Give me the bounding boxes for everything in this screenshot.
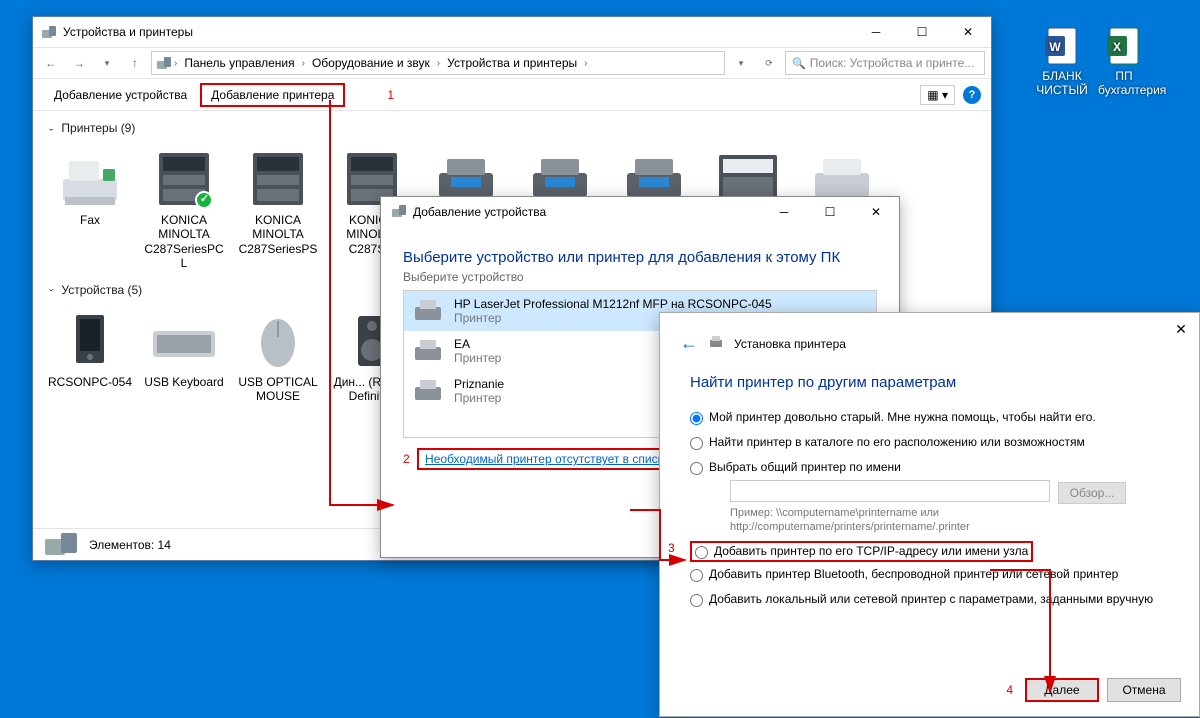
dialog-heading: Выберите устройство или принтер для доба… — [403, 249, 877, 266]
annotation-2: 2 — [403, 452, 410, 466]
titlebar[interactable]: Добавление устройства ─ ☐ ✕ — [381, 197, 899, 227]
up-button[interactable]: ↑ — [123, 51, 147, 75]
search-icon: 🔍 — [792, 57, 806, 70]
printer-icon — [412, 337, 444, 365]
devices-icon — [41, 24, 57, 40]
keyboard-icon — [141, 309, 227, 373]
next-button[interactable]: Далее — [1025, 678, 1099, 702]
radio-bluetooth[interactable]: Добавить принтер Bluetooth, беспроводной… — [690, 562, 1169, 587]
dialog-subheading: Выберите устройство — [403, 270, 877, 284]
printer-icon — [412, 297, 444, 325]
desktop-icon-label: ПП бухгалтерия — [1098, 69, 1150, 97]
radio-tcpip[interactable]: Добавить принтер по его TCP/IP-адресу ил… — [695, 544, 1028, 559]
crumb-devices[interactable]: Устройства и принтеры — [442, 54, 582, 72]
device-label: KONICA MINOLTA C287SeriesPS — [235, 213, 321, 256]
chevron-down-icon: ⌄ — [47, 124, 55, 132]
close-button[interactable]: ✕ — [945, 17, 991, 47]
printer-item[interactable]: KONICA MINOLTA C287SeriesPS — [231, 143, 325, 275]
printers-group-header[interactable]: ⌄Принтеры (9) — [33, 117, 991, 139]
mfp-icon — [141, 147, 227, 211]
device-label: RCSONPC-054 — [47, 375, 133, 389]
printer-icon — [412, 377, 444, 405]
devices-summary-icon — [43, 531, 79, 559]
wizard-icon — [391, 203, 407, 222]
annotation-3: 3 — [668, 541, 675, 555]
dialog-title: Добавление устройства — [413, 205, 761, 219]
dialog-title: Установка принтера — [734, 337, 846, 351]
device-item[interactable]: USB OPTICAL MOUSE — [231, 305, 325, 408]
item-type: Принтер — [454, 351, 501, 365]
mfp-icon — [235, 147, 321, 211]
crumb-control-panel[interactable]: Панель управления — [179, 54, 299, 72]
item-name: HP LaserJet Professional M1212nf MFP на … — [454, 297, 772, 311]
radio-shared[interactable]: Выбрать общий принтер по имени — [690, 455, 1169, 480]
titlebar[interactable]: Устройства и принтеры ─ ☐ ✕ — [33, 17, 991, 47]
history-button[interactable]: ▾ — [95, 51, 119, 75]
devices-icon — [156, 55, 172, 71]
maximize-button[interactable]: ☐ — [807, 197, 853, 227]
browse-button[interactable]: Обзор... — [1058, 482, 1126, 504]
printer-name-input[interactable] — [730, 480, 1050, 502]
printer-item[interactable]: KONICA MINOLTA C287SeriesPCL — [137, 143, 231, 275]
close-button[interactable]: ✕ — [1167, 317, 1195, 341]
desktop-icon-excel[interactable]: X ПП бухгалтерия — [1098, 26, 1150, 97]
back-button[interactable]: ← — [680, 333, 698, 354]
device-label: USB OPTICAL MOUSE — [235, 375, 321, 404]
address-bar: ← → ▾ ↑ › Панель управления › Оборудован… — [33, 47, 991, 79]
maximize-button[interactable]: ☐ — [899, 17, 945, 47]
device-label: KONICA MINOLTA C287SeriesPCL — [141, 213, 227, 271]
printer-not-listed-link[interactable]: Необходимый принтер отсутствует в списке — [425, 452, 670, 466]
computer-icon — [47, 309, 133, 373]
annotation-4: 4 — [1006, 683, 1013, 697]
close-button[interactable]: ✕ — [853, 197, 899, 227]
minimize-button[interactable]: ─ — [853, 17, 899, 47]
minimize-button[interactable]: ─ — [761, 197, 807, 227]
options-group: Мой принтер довольно старый. Мне нужна п… — [660, 405, 1199, 612]
annotation-1: 1 — [387, 88, 394, 102]
item-name: Priznanie — [454, 377, 504, 391]
item-type: Принтер — [454, 391, 504, 405]
back-button[interactable]: ← — [39, 51, 63, 75]
crumb-hardware[interactable]: Оборудование и звук — [307, 54, 435, 72]
dialog-heading: Найти принтер по другим параметрам — [660, 354, 1199, 405]
fax-icon — [47, 147, 133, 211]
svg-text:W: W — [1049, 40, 1061, 54]
radio-old-printer[interactable]: Мой принтер довольно старый. Мне нужна п… — [690, 405, 1169, 430]
view-button[interactable]: ▦ ▾ — [920, 85, 955, 105]
radio-local[interactable]: Добавить локальный или сетевой принтер с… — [690, 587, 1169, 612]
excel-icon: X — [1104, 26, 1144, 66]
chevron-down-icon: ⌄ — [47, 286, 55, 294]
example-text: http://computername/printers/printername… — [730, 520, 1169, 534]
refresh-button[interactable]: ⟳ — [757, 51, 781, 75]
search-placeholder: Поиск: Устройства и принте... — [810, 56, 975, 70]
install-printer-dialog: ✕ ← Установка принтера Найти принтер по … — [659, 312, 1200, 717]
radio-catalog[interactable]: Найти принтер в каталоге по его располож… — [690, 430, 1169, 455]
history-dropdown[interactable]: ▾ — [729, 51, 753, 75]
word-icon: W — [1042, 26, 1082, 66]
add-printer-button[interactable]: Добавление принтера — [200, 83, 345, 107]
svg-text:X: X — [1113, 40, 1121, 54]
printer-item[interactable]: Fax — [43, 143, 137, 275]
help-button[interactable]: ? — [963, 86, 981, 104]
search-input[interactable]: 🔍 Поиск: Устройства и принте... — [785, 51, 985, 75]
example-text: Пример: \\computername\printername или — [730, 506, 1169, 520]
item-count: Элементов: 14 — [89, 538, 171, 552]
device-label: USB Keyboard — [141, 375, 227, 389]
device-item[interactable]: RCSONPC-054 — [43, 305, 137, 408]
add-device-button[interactable]: Добавление устройства — [43, 83, 198, 107]
default-badge — [195, 191, 213, 209]
breadcrumb[interactable]: › Панель управления › Оборудование и зву… — [151, 51, 725, 75]
device-item[interactable]: USB Keyboard — [137, 305, 231, 408]
printer-icon — [708, 334, 724, 353]
item-name: EA — [454, 337, 501, 351]
window-title: Устройства и принтеры — [63, 25, 853, 39]
forward-button[interactable]: → — [67, 51, 91, 75]
mouse-icon — [235, 309, 321, 373]
desktop-icon-word[interactable]: W БЛАНК ЧИСТЫЙ — [1036, 26, 1088, 97]
desktop-icon-label: БЛАНК ЧИСТЫЙ — [1036, 69, 1088, 97]
cancel-button[interactable]: Отмена — [1107, 678, 1181, 702]
command-bar: Добавление устройства Добавление принтер… — [33, 79, 991, 111]
device-label: Fax — [47, 213, 133, 227]
